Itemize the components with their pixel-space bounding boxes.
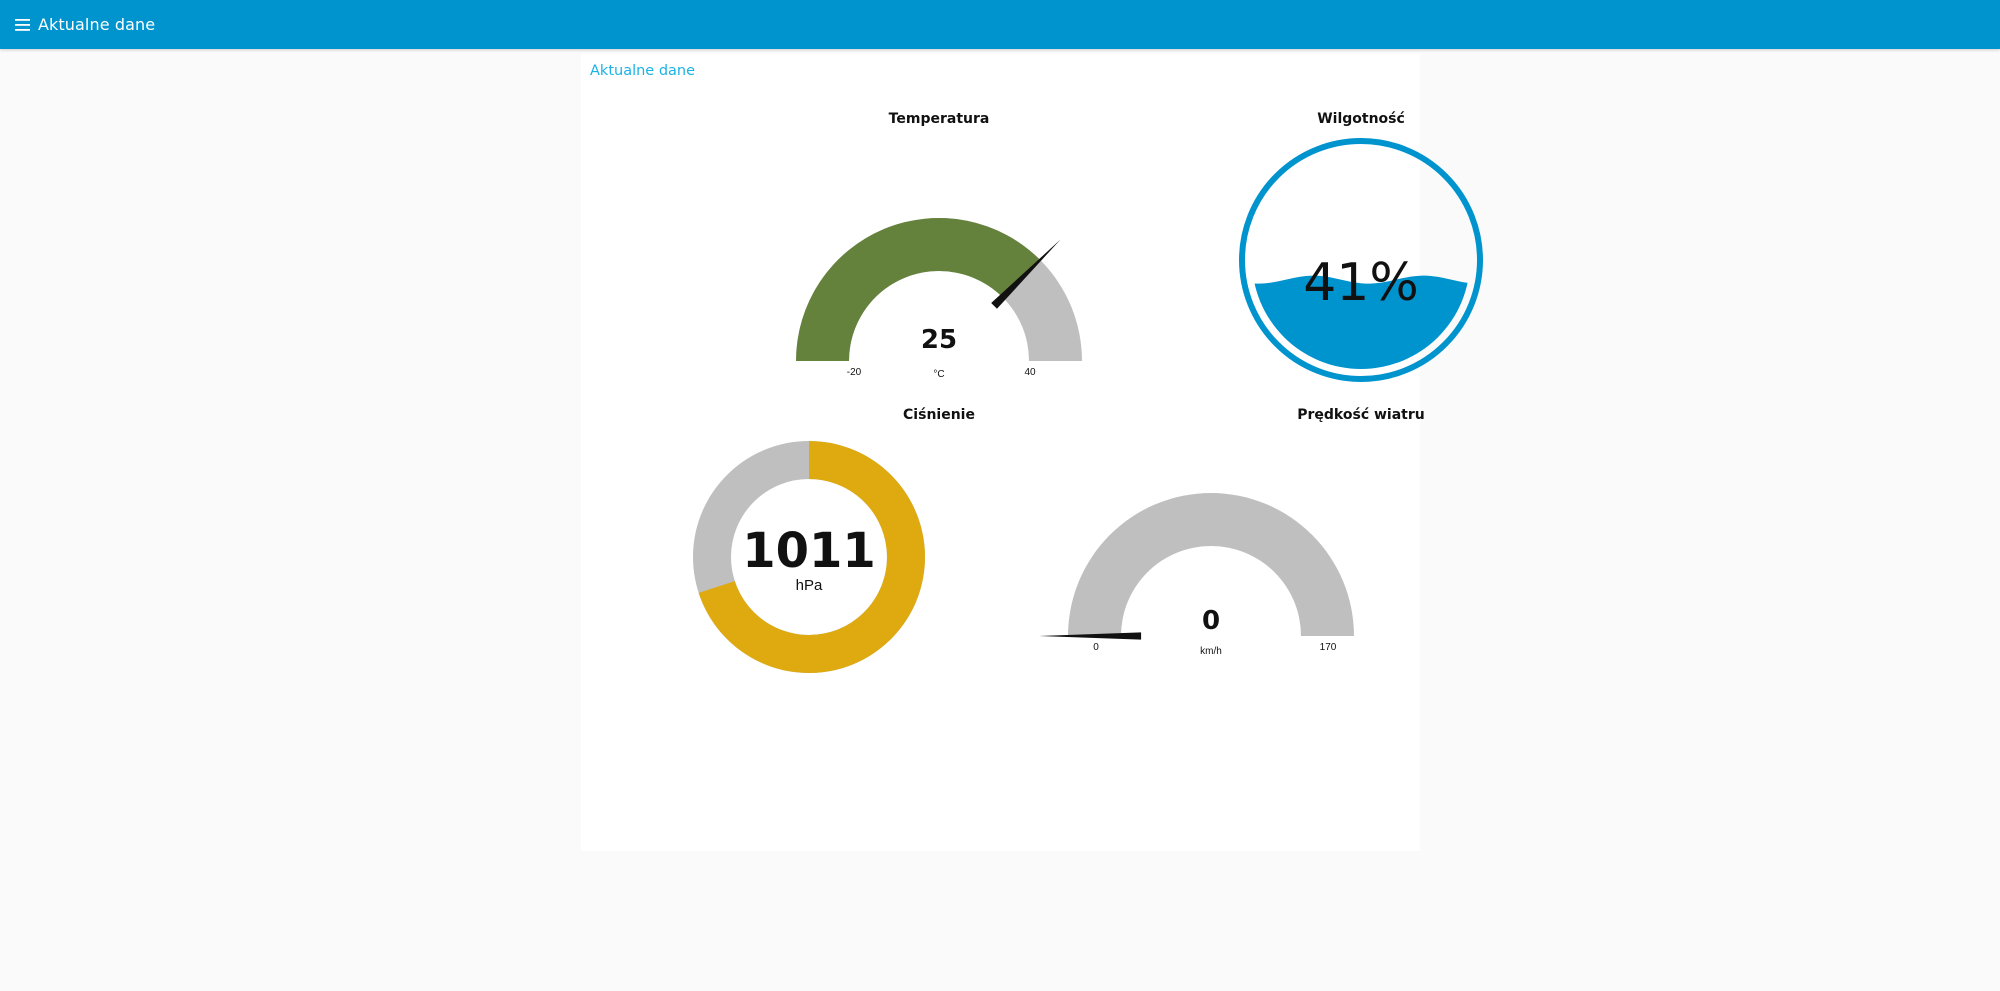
humidity-label: Wilgotność xyxy=(1317,111,1405,127)
pressure-unit: hPa xyxy=(796,577,823,594)
wind-value: 0 xyxy=(1202,606,1220,636)
wind-label: Prędkość wiatru xyxy=(1297,407,1425,423)
wind-gauge: 0 km/h 0 170 xyxy=(1039,493,1354,657)
pressure-value: 1011 xyxy=(742,523,876,579)
temperature-min-label: -20 xyxy=(847,367,862,378)
temperature-gauge: 25 °C -20 40 xyxy=(796,218,1082,380)
humidity-value: 41% xyxy=(1303,253,1419,313)
temperature-max-label: 40 xyxy=(1024,367,1036,378)
temperature-unit: °C xyxy=(933,369,944,380)
group-title: Aktualne dane xyxy=(590,63,696,79)
wind-max-label: 170 xyxy=(1320,642,1337,653)
humidity-gauge: 41% xyxy=(1239,138,1483,382)
temperature-value: 25 xyxy=(921,325,957,355)
wind-min-label: 0 xyxy=(1093,642,1099,653)
pressure-label: Ciśnienie xyxy=(903,407,975,423)
menu-icon[interactable] xyxy=(12,14,34,36)
temperature-gauge-fill xyxy=(796,218,1041,361)
app-toolbar: Aktualne dane xyxy=(0,0,2000,49)
page-title: Aktualne dane xyxy=(38,15,156,34)
temperature-label: Temperatura xyxy=(888,111,990,127)
wind-unit: km/h xyxy=(1200,646,1222,657)
pressure-gauge: 1011 hPa xyxy=(693,441,925,673)
dashboard-group-card: Aktualne dane Temperatura Wilgotność Ciś… xyxy=(581,53,1483,851)
